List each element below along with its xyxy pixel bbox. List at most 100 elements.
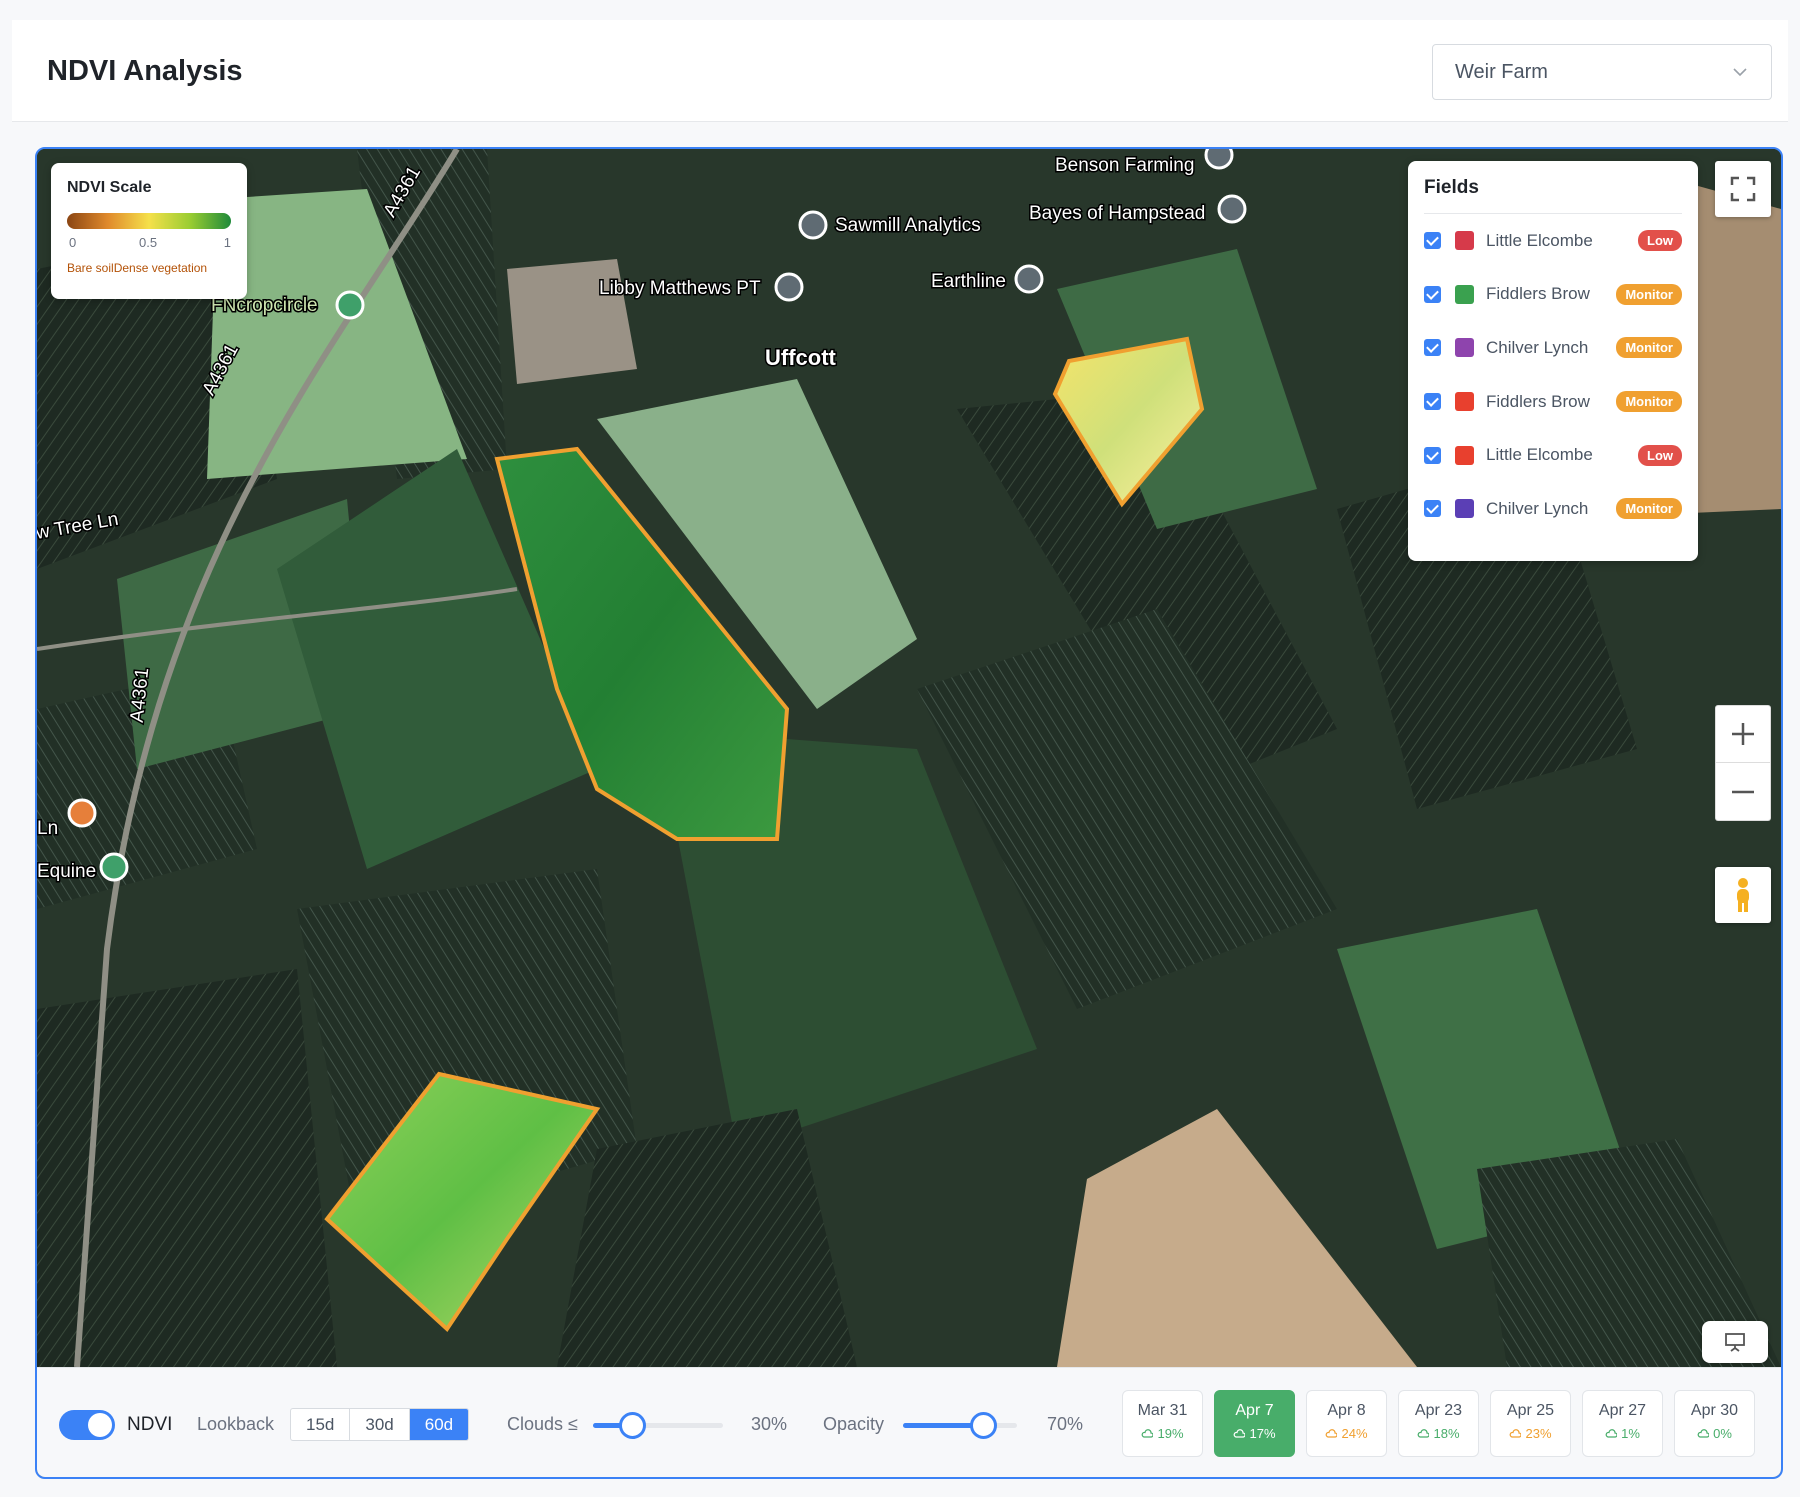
zoom-out-button[interactable] <box>1715 763 1771 821</box>
farm-select-value: Weir Farm <box>1455 61 1548 83</box>
field-item[interactable]: Chilver Lynch Monitor <box>1424 482 1682 536</box>
street-view-icon <box>1737 878 1749 912</box>
ndvi-toggle-label: NDVI <box>127 1414 173 1435</box>
ndvi-scale-legend: NDVI Scale 0 0.5 1 Bare soilDense vegeta… <box>51 163 247 299</box>
ndvi-toggle[interactable] <box>59 1410 115 1440</box>
cloud-cover-value: 24% <box>1341 1426 1368 1441</box>
field-checkbox[interactable] <box>1424 285 1441 303</box>
scale-desc-high: Dense vegetation <box>113 261 208 275</box>
field-checkbox[interactable] <box>1424 446 1441 464</box>
map-marker-icon[interactable] <box>798 210 828 240</box>
lookback-label: Lookback <box>197 1414 275 1434</box>
date-card[interactable]: Mar 31 19% <box>1122 1390 1203 1457</box>
clouds-slider[interactable] <box>593 1412 723 1439</box>
date-label: Mar 31 <box>1137 1402 1188 1419</box>
date-card[interactable]: Apr 7 17% <box>1214 1390 1295 1457</box>
cloud-icon <box>1697 1429 1710 1438</box>
map-label: Equine <box>37 861 96 882</box>
cloud-cover: 18% <box>1399 1426 1478 1441</box>
field-item[interactable]: Little Elcombe Low <box>1424 428 1682 482</box>
lookback-segmented-control: 15d 30d 60d <box>290 1408 470 1441</box>
clouds-value: 30% <box>751 1414 788 1434</box>
cloud-cover: 1% <box>1583 1426 1662 1441</box>
field-status-badge: Low <box>1638 444 1682 466</box>
scale-desc-low: Bare soil <box>67 261 114 275</box>
field-item[interactable]: Chilver Lynch Monitor <box>1424 321 1682 375</box>
date-label: Apr 27 <box>1598 1402 1647 1419</box>
scale-tick-max: 1 <box>223 235 231 250</box>
date-label: Apr 23 <box>1414 1402 1463 1419</box>
lookback-option-30d[interactable]: 30d <box>350 1409 410 1440</box>
date-card[interactable]: Apr 8 24% <box>1306 1390 1387 1457</box>
imagery-date-list: Mar 31 19% Apr 7 17% Apr 8 24% Apr 23 18% Apr 25… <box>1122 1390 1755 1457</box>
cloud-cover-value: 17% <box>1249 1426 1276 1441</box>
field-item[interactable]: Fiddlers Brow Monitor <box>1424 375 1682 429</box>
field-color-swatch <box>1455 338 1474 358</box>
fields-panel-title: Fields <box>1424 177 1682 214</box>
map-marker-icon[interactable] <box>774 272 804 302</box>
field-name: Chilver Lynch <box>1486 337 1589 357</box>
opacity-slider[interactable] <box>903 1412 1017 1439</box>
cloud-cover: 0% <box>1675 1426 1754 1441</box>
lookback-option-15d[interactable]: 15d <box>291 1409 351 1440</box>
field-checkbox[interactable] <box>1424 500 1441 518</box>
field-color-swatch <box>1455 445 1474 465</box>
farm-select[interactable]: Weir Farm <box>1432 44 1772 100</box>
date-card[interactable]: Apr 30 0% <box>1674 1390 1755 1457</box>
map-controls-bar: NDVI Lookback 15d 30d 60d Clouds ≤ 30% Opa… <box>37 1367 1781 1477</box>
field-checkbox[interactable] <box>1424 339 1441 357</box>
field-color-swatch <box>1455 284 1474 304</box>
date-card[interactable]: Apr 25 23% <box>1490 1390 1571 1457</box>
date-card[interactable]: Apr 27 1% <box>1582 1390 1663 1457</box>
date-label: Apr 8 <box>1327 1402 1366 1419</box>
cloud-cover-value: 1% <box>1621 1426 1640 1441</box>
cloud-cover: 23% <box>1491 1426 1570 1441</box>
presentation-icon <box>1725 1333 1745 1352</box>
cloud-cover: 17% <box>1215 1426 1294 1441</box>
field-checkbox[interactable] <box>1424 393 1441 411</box>
opacity-value: 70% <box>1047 1414 1084 1434</box>
map-marker-icon[interactable] <box>1217 194 1247 224</box>
ndvi-scale-ticks: 0 0.5 1 <box>67 235 231 255</box>
field-item[interactable]: Fiddlers Brow Monitor <box>1424 268 1682 322</box>
cloud-icon <box>1418 1429 1431 1438</box>
scale-tick-min: 0 <box>69 235 77 250</box>
date-card[interactable]: Apr 23 18% <box>1398 1390 1479 1457</box>
map-marker-icon[interactable] <box>1014 264 1044 294</box>
lookback-option-60d[interactable]: 60d <box>409 1409 469 1440</box>
map-label: Earthline <box>931 271 1006 292</box>
fullscreen-button[interactable] <box>1715 161 1771 217</box>
cloud-icon <box>1510 1429 1523 1438</box>
clouds-label: Clouds ≤ <box>507 1414 578 1434</box>
map-marker-icon[interactable] <box>1204 149 1234 170</box>
zoom-in-button[interactable] <box>1715 705 1771 763</box>
clouds-slider-handle[interactable] <box>619 1412 646 1439</box>
cloud-cover-value: 19% <box>1157 1426 1184 1441</box>
cloud-cover-value: 23% <box>1525 1426 1552 1441</box>
presentation-button[interactable] <box>1702 1321 1768 1363</box>
field-status-badge: Monitor <box>1616 337 1682 359</box>
restaurant-marker-icon[interactable] <box>67 798 97 828</box>
field-name: Fiddlers Brow <box>1486 284 1590 304</box>
cloud-cover: 19% <box>1123 1426 1202 1441</box>
field-item[interactable]: Little Elcombe Low <box>1424 214 1682 268</box>
field-status-badge: Monitor <box>1616 391 1682 413</box>
map-label: Benson Farming <box>1055 155 1194 176</box>
cloud-icon <box>1234 1429 1247 1438</box>
plus-icon <box>1732 723 1754 745</box>
date-label: Apr 25 <box>1506 1402 1555 1419</box>
field-checkbox[interactable] <box>1424 232 1441 250</box>
cloud-cover: 24% <box>1307 1426 1386 1441</box>
ndvi-gradient-bar <box>67 213 231 229</box>
street-view-button[interactable] <box>1715 867 1771 923</box>
page-header: NDVI Analysis Weir Farm <box>12 20 1788 122</box>
park-marker-icon[interactable] <box>99 852 129 882</box>
map-label: Bayes of Hampstead <box>1029 203 1205 224</box>
cloud-cover-value: 0% <box>1713 1426 1732 1441</box>
opacity-slider-handle[interactable] <box>969 1412 997 1439</box>
opacity-label: Opacity <box>823 1414 885 1434</box>
park-marker-icon[interactable] <box>335 290 365 320</box>
minus-icon <box>1732 790 1754 793</box>
cloud-icon <box>1326 1429 1339 1438</box>
field-list: Little Elcombe Low Fiddlers Brow Monitor Chi… <box>1424 214 1682 536</box>
